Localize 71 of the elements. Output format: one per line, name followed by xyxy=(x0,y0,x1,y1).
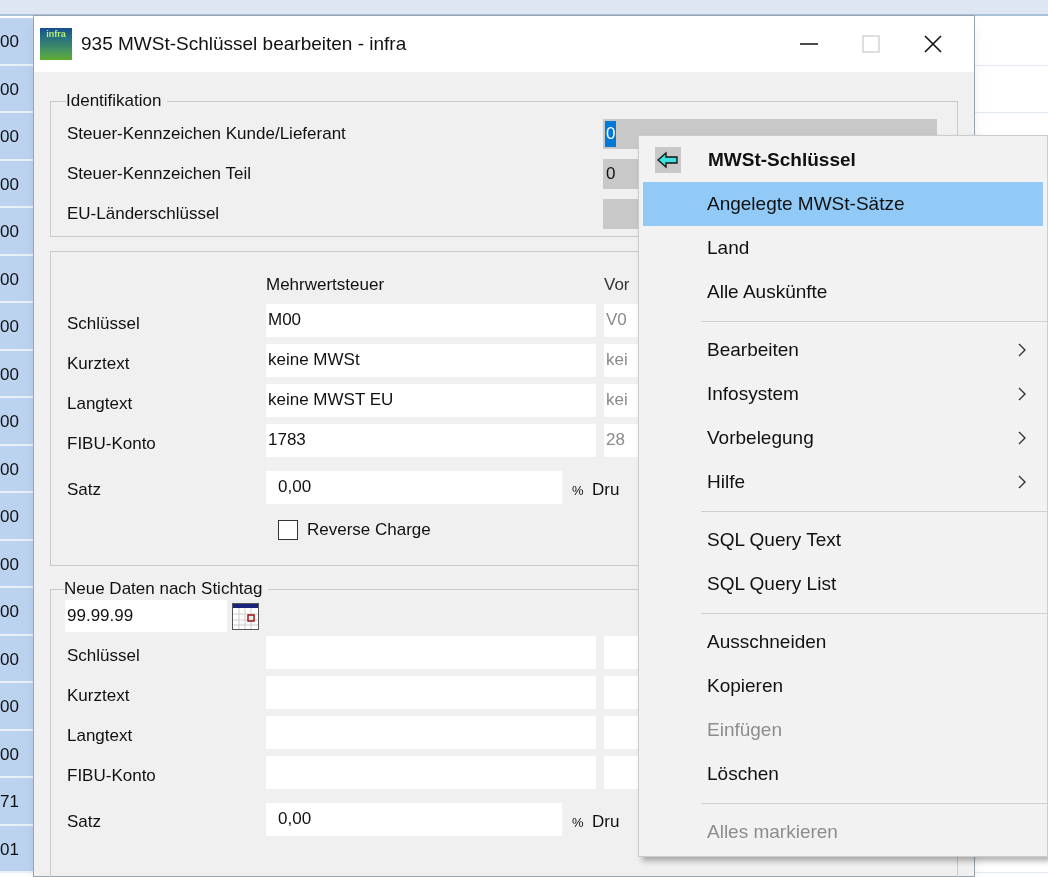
menu-item[interactable]: Land xyxy=(643,226,1043,270)
menu-item[interactable]: SQL Query List xyxy=(643,562,1043,606)
field-label: Schlüssel xyxy=(67,645,141,668)
window-title: 935 MWSt-Schlüssel bearbeiten - infra xyxy=(81,31,407,56)
input-field[interactable]: keine MWSt xyxy=(266,343,596,377)
date-field[interactable]: 99.99.99 xyxy=(65,600,227,632)
grid-cell: 00 xyxy=(0,350,33,398)
calendar-icon[interactable] xyxy=(232,602,259,630)
grid-cell: 00 xyxy=(0,588,33,636)
grid-cell: 00 xyxy=(0,683,33,731)
menu-item[interactable]: Alle Auskünfte xyxy=(643,270,1043,314)
checkbox[interactable] xyxy=(278,520,298,540)
column-heading: Mehrwertsteuer xyxy=(266,274,386,297)
group-title: Neue Daten nach Stichtag xyxy=(64,581,264,598)
chevron-right-icon xyxy=(1017,343,1027,357)
group-title: Identifikation xyxy=(66,92,163,110)
field-label: Langtext xyxy=(67,725,134,748)
input-field[interactable]: 0,00 xyxy=(266,470,562,504)
chevron-right-icon xyxy=(1017,475,1027,489)
column-heading: Vor xyxy=(604,274,630,297)
field-label: Dru xyxy=(592,811,620,834)
grid-cell: 01 xyxy=(0,825,33,873)
input-field[interactable]: M00 xyxy=(266,303,596,337)
field-label: FIBU-Konto xyxy=(67,433,157,456)
grid-cell: 00 xyxy=(0,730,33,778)
close-icon xyxy=(923,34,943,54)
chevron-right-icon xyxy=(1017,431,1027,445)
menu-header: MWSt-Schlüssel xyxy=(708,147,856,172)
field-label: Schlüssel xyxy=(67,313,141,336)
menu-item[interactable]: Vorbelegung xyxy=(643,416,1043,460)
checkbox-label: Reverse Charge xyxy=(307,519,431,542)
chevron-right-icon xyxy=(1017,387,1027,401)
grid-cell: 00 xyxy=(0,255,33,303)
grid-cell: 00 xyxy=(0,445,33,493)
grid-cell: 71 xyxy=(0,778,33,826)
grid-cell: 00 xyxy=(0,540,33,588)
input-field[interactable]: keine MWST EU xyxy=(266,383,596,417)
menu-item[interactable]: SQL Query Text xyxy=(643,518,1043,562)
grid-cell: 00 xyxy=(0,635,33,683)
maximize-icon xyxy=(862,35,880,53)
menu-item[interactable]: Ausschneiden xyxy=(643,620,1043,664)
grid-cell: 00 xyxy=(0,398,33,446)
menu-item[interactable]: Kopieren xyxy=(643,664,1043,708)
field-label: Steuer-Kennzeichen Kunde/Lieferant xyxy=(67,123,347,146)
field-label: Langtext xyxy=(67,393,134,416)
input-field[interactable]: 0,00 xyxy=(266,802,562,836)
menu-item[interactable]: Infosystem xyxy=(643,372,1043,416)
field-label: Dru xyxy=(592,479,620,502)
unit-label: % xyxy=(572,482,585,501)
grid-cell: 00 xyxy=(0,18,33,66)
menu-item[interactable]: Bearbeiten xyxy=(643,328,1043,372)
grid-cell: 00 xyxy=(0,65,33,113)
field-label: Satz xyxy=(67,811,103,834)
grid-cell: 00 xyxy=(0,208,33,256)
field-label: Satz xyxy=(67,479,103,502)
grid-cell: 00 xyxy=(0,113,33,161)
menu-item[interactable]: Angelegte MWSt-Sätze xyxy=(643,182,1043,226)
menu-item[interactable]: Löschen xyxy=(643,752,1043,796)
field-label: Kurztext xyxy=(67,353,131,376)
grid-cell: 00 xyxy=(0,160,33,208)
grid-cell: 00 xyxy=(0,493,33,541)
grid-cell: 00 xyxy=(0,303,33,351)
input-field[interactable]: 1783 xyxy=(266,423,596,457)
field-label: FIBU-Konto xyxy=(67,765,157,788)
logo-text: infra xyxy=(46,28,66,40)
unit-label: % xyxy=(572,814,585,833)
menu-item[interactable]: Hilfe xyxy=(643,460,1043,504)
minimize-icon xyxy=(800,43,818,45)
field-label: Kurztext xyxy=(67,685,131,708)
field-label: Steuer-Kennzeichen Teil xyxy=(67,163,252,186)
field-label: EU-Länderschlüssel xyxy=(67,203,221,226)
